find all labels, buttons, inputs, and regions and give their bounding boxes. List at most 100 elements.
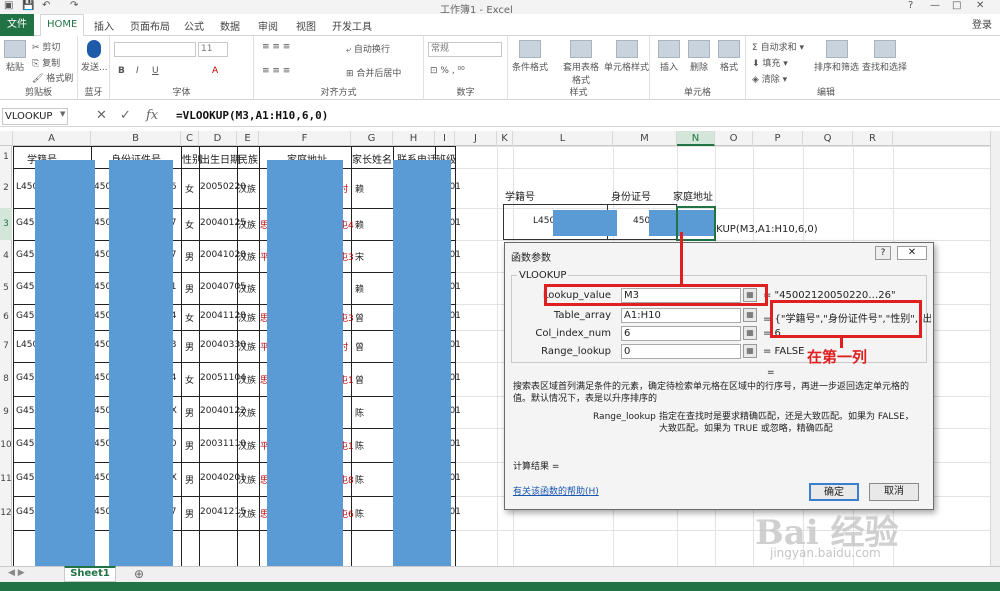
insert-cells-button[interactable]: 插入 bbox=[658, 40, 680, 73]
login-link[interactable]: 登录 bbox=[972, 16, 992, 31]
row-header-3[interactable]: 3 bbox=[0, 208, 12, 240]
column-header-n[interactable]: N bbox=[677, 131, 715, 146]
align-top-icon[interactable]: ≡ ≡ ≡ bbox=[262, 42, 290, 52]
tab-home[interactable]: HOME bbox=[40, 14, 85, 37]
column-header-l[interactable]: L bbox=[513, 131, 613, 146]
collapse-dialog-icon[interactable]: ▦ bbox=[743, 344, 757, 358]
save-icon[interactable]: 💾 bbox=[22, 0, 34, 11]
column-header-g[interactable]: G bbox=[351, 131, 393, 146]
format-painter-button[interactable]: 🖌 格式刷 bbox=[32, 71, 73, 84]
find-select-button[interactable]: 查找和选择 bbox=[862, 40, 907, 73]
ethnicity-cell: 汉族 bbox=[238, 221, 257, 231]
tab-formulas[interactable]: 公式 bbox=[184, 18, 204, 33]
dialog-help-button[interactable]: ? bbox=[875, 246, 891, 260]
sheet-nav-icon[interactable]: ◀ ▶ bbox=[8, 568, 25, 578]
row-header-7[interactable]: 7 bbox=[0, 330, 12, 362]
chevron-down-icon[interactable]: ▼ bbox=[60, 110, 65, 118]
sort-filter-button[interactable]: 排序和筛选 bbox=[814, 40, 859, 73]
cut-button[interactable]: ✂ 剪切 bbox=[32, 40, 60, 53]
wrap-text-button[interactable]: ⤶ 自动换行 bbox=[346, 42, 390, 55]
insert-function-icon[interactable]: fx bbox=[146, 108, 158, 123]
row-header-10[interactable]: 10 bbox=[0, 428, 12, 462]
column-header-c[interactable]: C bbox=[181, 131, 199, 146]
row-header-5[interactable]: 5 bbox=[0, 272, 12, 304]
number-format-select[interactable]: 常规 bbox=[428, 42, 502, 57]
row-header-12[interactable]: 12 bbox=[0, 496, 12, 530]
clear-button[interactable]: ◈ 清除 ▾ bbox=[752, 72, 787, 85]
enter-icon[interactable]: ✓ bbox=[120, 108, 131, 123]
column-header-i[interactable]: I bbox=[435, 131, 455, 146]
conditional-format-button[interactable]: 条件格式 bbox=[512, 40, 548, 73]
row-header-9[interactable]: 9 bbox=[0, 396, 12, 428]
vertical-scrollbar[interactable] bbox=[990, 131, 1000, 566]
italic-button[interactable]: I bbox=[136, 66, 139, 76]
number-format-buttons[interactable]: ⊡ % , ⁰⁰ bbox=[430, 66, 465, 76]
range-lookup-input[interactable]: 0 bbox=[621, 344, 741, 359]
column-header-p[interactable]: P bbox=[753, 131, 803, 146]
format-cells-button[interactable]: 格式 bbox=[718, 40, 740, 73]
row-header-1[interactable]: 1 bbox=[0, 146, 12, 168]
table-array-input[interactable]: A1:H10 bbox=[621, 308, 741, 323]
paste-button[interactable]: 粘贴 bbox=[4, 40, 26, 73]
close-button[interactable]: ✕ bbox=[976, 0, 984, 11]
column-header-o[interactable]: O bbox=[715, 131, 753, 146]
collapse-dialog-icon[interactable]: ▦ bbox=[743, 326, 757, 340]
row-header-4[interactable]: 4 bbox=[0, 240, 12, 272]
column-header-f[interactable]: F bbox=[259, 131, 351, 146]
row-header-8[interactable]: 8 bbox=[0, 362, 12, 396]
sheet-tab-bar: ◀ ▶ Sheet1 ⊕ bbox=[0, 566, 1000, 582]
tab-file[interactable]: 文件 bbox=[0, 14, 34, 36]
format-as-table-button[interactable]: 套用表格格式 bbox=[560, 40, 602, 86]
tab-page-layout[interactable]: 页面布局 bbox=[130, 18, 170, 33]
column-header-h[interactable]: H bbox=[393, 131, 435, 146]
minimize-button[interactable]: — bbox=[930, 0, 940, 11]
maximize-button[interactable]: □ bbox=[952, 0, 961, 11]
ethnicity-cell: 汉族 bbox=[238, 343, 257, 353]
column-header-k[interactable]: K bbox=[497, 131, 513, 146]
select-all-corner[interactable] bbox=[0, 131, 13, 146]
row-header-2[interactable]: 2 bbox=[0, 168, 12, 208]
add-sheet-icon[interactable]: ⊕ bbox=[134, 567, 144, 581]
column-header-m[interactable]: M bbox=[613, 131, 677, 146]
copy-button[interactable]: ⎘ 复制 bbox=[32, 56, 60, 69]
bluetooth-send-button[interactable]: 发送... bbox=[81, 40, 108, 73]
column-header-d[interactable]: D bbox=[199, 131, 237, 146]
sheet-tab-sheet1[interactable]: Sheet1 bbox=[64, 566, 116, 582]
ok-button[interactable]: 确定 bbox=[809, 483, 859, 501]
cell-styles-button[interactable]: 单元格样式 bbox=[604, 40, 649, 73]
name-box[interactable]: VLOOKUP bbox=[2, 108, 68, 125]
tab-view[interactable]: 视图 bbox=[296, 18, 316, 33]
cancel-button[interactable]: 取消 bbox=[869, 483, 919, 501]
tab-insert[interactable]: 插入 bbox=[94, 18, 114, 33]
underline-button[interactable]: U bbox=[152, 66, 159, 76]
tab-review[interactable]: 审阅 bbox=[258, 18, 278, 33]
column-header-q[interactable]: Q bbox=[803, 131, 853, 146]
autosum-button[interactable]: Σ 自动求和 ▾ bbox=[752, 40, 804, 53]
cancel-icon[interactable]: ✕ bbox=[96, 108, 107, 123]
redo-icon[interactable]: ↷ bbox=[70, 0, 78, 11]
formula-input[interactable]: =VLOOKUP(M3,A1:H10,6,0) bbox=[176, 109, 328, 122]
column-header-r[interactable]: R bbox=[853, 131, 893, 146]
tab-developer[interactable]: 开发工具 bbox=[332, 18, 372, 33]
column-header-j[interactable]: J bbox=[455, 131, 497, 146]
column-header-a[interactable]: A bbox=[13, 131, 91, 146]
dialog-close-button[interactable]: ✕ bbox=[897, 246, 927, 260]
font-color-button[interactable]: A bbox=[212, 66, 218, 76]
col-index-input[interactable]: 6 bbox=[621, 326, 741, 341]
tab-data[interactable]: 数据 bbox=[220, 18, 240, 33]
collapse-dialog-icon[interactable]: ▦ bbox=[743, 308, 757, 322]
fill-button[interactable]: ⬇ 填充 ▾ bbox=[752, 56, 788, 69]
column-header-b[interactable]: B bbox=[91, 131, 181, 146]
row-header-11[interactable]: 11 bbox=[0, 462, 12, 496]
font-name-select[interactable] bbox=[114, 42, 196, 57]
align-left-icon[interactable]: ≡ ≡ ≡ bbox=[262, 66, 290, 76]
column-header-e[interactable]: E bbox=[237, 131, 259, 146]
bold-button[interactable]: B bbox=[118, 66, 125, 76]
help-link[interactable]: 有关该函数的帮助(H) bbox=[513, 486, 599, 498]
merge-center-button[interactable]: ⊞ 合并后居中 bbox=[346, 66, 401, 79]
help-button[interactable]: ? bbox=[908, 0, 913, 11]
delete-cells-button[interactable]: 删除 bbox=[688, 40, 710, 73]
undo-icon[interactable]: ↶ bbox=[42, 0, 50, 11]
font-size-select[interactable]: 11 bbox=[198, 42, 228, 57]
row-header-6[interactable]: 6 bbox=[0, 304, 12, 330]
